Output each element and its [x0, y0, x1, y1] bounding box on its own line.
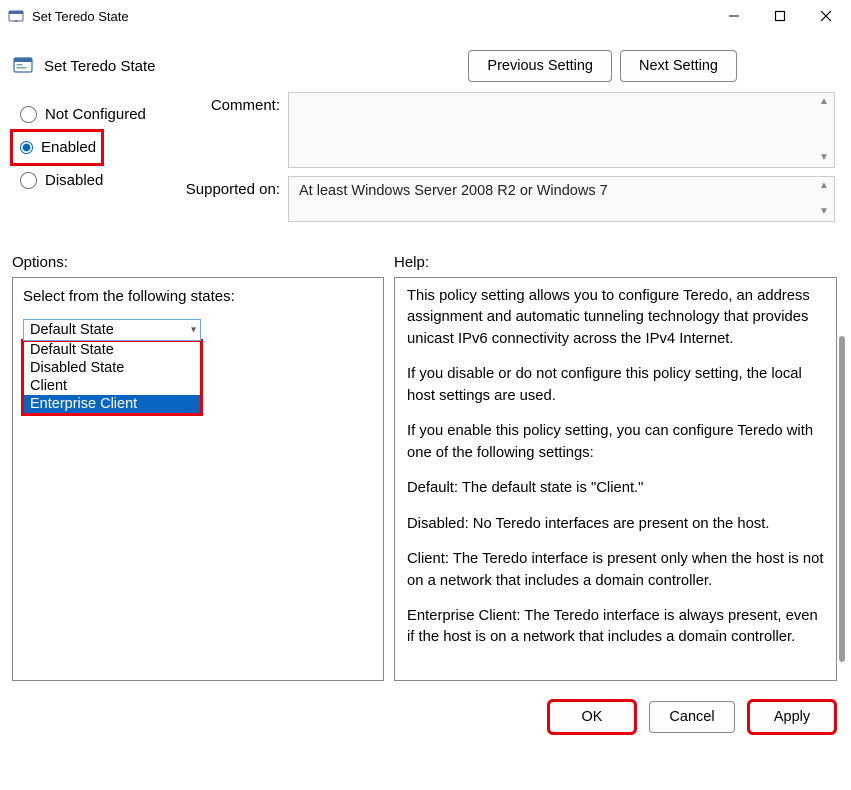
state-select[interactable]: Default State ▾ [23, 319, 201, 341]
dropdown-item[interactable]: Disabled State [24, 359, 200, 377]
cancel-button[interactable]: Cancel [649, 701, 735, 733]
dropdown-item[interactable]: Default State [24, 341, 200, 359]
help-paragraph: Default: The default state is "Client." [407, 478, 824, 499]
radio-not-configured-label: Not Configured [45, 106, 146, 123]
comment-textarea[interactable]: ▲ ▼ [288, 92, 835, 168]
dropdown-item[interactable]: Client [24, 377, 200, 395]
policy-icon [12, 55, 34, 77]
radio-disabled-input[interactable] [20, 172, 37, 189]
state-select-value: Default State [30, 322, 114, 338]
header-row: Set Teredo State Previous Setting Next S… [0, 32, 849, 82]
options-prompt: Select from the following states: [23, 288, 373, 305]
help-paragraph: This policy setting allows you to config… [407, 286, 824, 350]
app-icon [8, 8, 24, 24]
maximize-button[interactable] [757, 0, 803, 32]
caret-up-icon: ▲ [818, 96, 830, 108]
help-paragraph: Client: The Teredo interface is present … [407, 549, 824, 592]
supported-on-box: At least Windows Server 2008 R2 or Windo… [288, 176, 835, 222]
policy-name: Set Teredo State [44, 58, 155, 75]
minimize-button[interactable] [711, 0, 757, 32]
radio-enabled[interactable]: Enabled [12, 131, 102, 164]
supported-label: Supported on: [182, 176, 288, 222]
titlebar: Set Teredo State [0, 0, 849, 32]
window-controls [711, 0, 849, 32]
supported-on-value: At least Windows Server 2008 R2 or Windo… [299, 183, 608, 199]
help-paragraph: Disabled: No Teredo interfaces are prese… [407, 514, 824, 535]
radio-disabled[interactable]: Disabled [12, 164, 182, 197]
options-pane: Select from the following states: Defaul… [12, 277, 384, 681]
help-paragraph: If you disable or do not configure this … [407, 364, 824, 407]
close-button[interactable] [803, 0, 849, 32]
chevron-down-icon: ▾ [191, 325, 196, 336]
radio-not-configured-input[interactable] [20, 106, 37, 123]
radio-enabled-label: Enabled [41, 139, 96, 156]
apply-button[interactable]: Apply [749, 701, 835, 733]
next-setting-button[interactable]: Next Setting [620, 50, 737, 82]
help-pane: This policy setting allows you to config… [394, 277, 837, 681]
scrollbar-thumb[interactable] [839, 336, 845, 662]
caret-down-icon: ▼ [818, 152, 830, 164]
previous-setting-button[interactable]: Previous Setting [468, 50, 612, 82]
help-section-label: Help: [394, 254, 837, 271]
state-dropdown-list[interactable]: Default State Disabled State Client Ente… [23, 341, 201, 414]
comment-label: Comment: [182, 92, 288, 168]
help-paragraph: Enterprise Client: The Teredo interface … [407, 606, 824, 649]
caret-down-icon: ▼ [818, 206, 830, 218]
options-section-label: Options: [12, 254, 394, 271]
dialog-buttons: OK Cancel Apply [0, 687, 849, 733]
dropdown-item-selected[interactable]: Enterprise Client [24, 395, 200, 413]
radio-enabled-input[interactable] [20, 139, 33, 156]
window-title: Set Teredo State [32, 9, 129, 24]
radio-disabled-label: Disabled [45, 172, 103, 189]
radio-not-configured[interactable]: Not Configured [12, 98, 182, 131]
caret-up-icon: ▲ [818, 180, 830, 192]
help-paragraph: If you enable this policy setting, you c… [407, 421, 824, 464]
ok-button[interactable]: OK [549, 701, 635, 733]
